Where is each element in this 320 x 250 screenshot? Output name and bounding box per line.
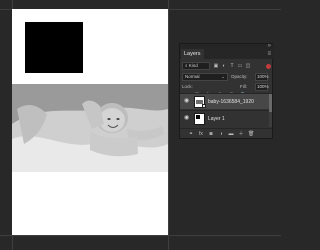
thumbnail-black-rect	[196, 115, 200, 119]
new-group-icon[interactable]: ▬	[228, 131, 234, 137]
document-canvas[interactable]	[12, 9, 168, 235]
scrollbar-thumb[interactable]	[269, 94, 272, 112]
layer-name[interactable]: baby-1636584_1920	[208, 94, 254, 110]
filter-toggle[interactable]	[266, 64, 271, 69]
shape-filter-icon[interactable]: ▭	[237, 63, 243, 69]
eye-icon[interactable]: ◉	[184, 98, 190, 104]
baby-photo-illustration	[12, 84, 168, 172]
opacity-input[interactable]: 100%	[255, 73, 269, 81]
fx-icon[interactable]: fx	[198, 131, 204, 137]
type-filter-icon[interactable]: T	[229, 63, 235, 69]
smart-object-filter-icon[interactable]: ◫	[245, 63, 251, 69]
link-layers-icon[interactable]: ⚭	[188, 131, 194, 137]
adjustment-layer-icon[interactable]: ◑	[218, 131, 224, 137]
opacity-label: Opacity:	[231, 74, 248, 79]
guide-line-vertical	[168, 0, 169, 250]
layer-row[interactable]: ◉ baby-1636584_1920	[180, 93, 272, 109]
filter-row: ⌕ Kind ▣ ◐ T ▭ ◫	[182, 62, 272, 71]
search-icon: ⌕	[185, 63, 188, 68]
black-rectangle-layer	[25, 22, 83, 73]
tab-layers[interactable]: Layers	[181, 49, 204, 59]
fill-label: Fill:	[240, 84, 247, 89]
smart-object-badge-icon	[202, 104, 206, 108]
lock-label: Lock:	[182, 84, 193, 89]
layer-row[interactable]: ◉ Layer 1	[180, 110, 272, 126]
baby-photo	[12, 84, 168, 172]
lock-icons: ▦ ✎ ✥ ▢ 🔒	[194, 83, 247, 98]
layers-scrollbar[interactable]	[269, 94, 272, 127]
trash-icon[interactable]: 🗑	[248, 131, 254, 137]
guide-line-horizontal	[0, 235, 281, 236]
new-layer-icon[interactable]: ＋	[238, 131, 244, 137]
layer-thumbnail	[194, 113, 205, 125]
pixel-filter-icon[interactable]: ▣	[213, 63, 219, 69]
filter-kind-label: Kind	[188, 63, 198, 68]
adjustment-filter-icon[interactable]: ◐	[221, 63, 227, 69]
chevron-down-icon: ⌄	[221, 74, 225, 79]
blend-row: Normal ⌄ Opacity: 100%	[182, 73, 272, 82]
blend-mode-value: Normal	[185, 74, 200, 79]
fill-input[interactable]: 100%	[255, 83, 269, 91]
layer-mask-icon[interactable]: ◙	[208, 131, 214, 137]
hamburger-menu-icon[interactable]: ≡	[267, 49, 271, 59]
layer-name[interactable]: Layer 1	[208, 111, 225, 127]
layers-panel[interactable]: » Layers ≡ ⌕ Kind ▣ ◐ T ▭ ◫ Normal ⌄ Opa…	[179, 43, 274, 139]
filter-kind-dropdown[interactable]: ⌕ Kind	[182, 62, 210, 70]
panel-tab-row: Layers ≡	[180, 49, 274, 59]
panel-bottom-bar: ⚭ fx ◙ ◑ ▬ ＋ 🗑	[180, 128, 272, 138]
lock-row: Lock: ▦ ✎ ✥ ▢ 🔒 Fill: 100%	[182, 83, 272, 98]
eye-icon[interactable]: ◉	[184, 115, 190, 121]
blend-mode-dropdown[interactable]: Normal ⌄	[182, 73, 228, 81]
